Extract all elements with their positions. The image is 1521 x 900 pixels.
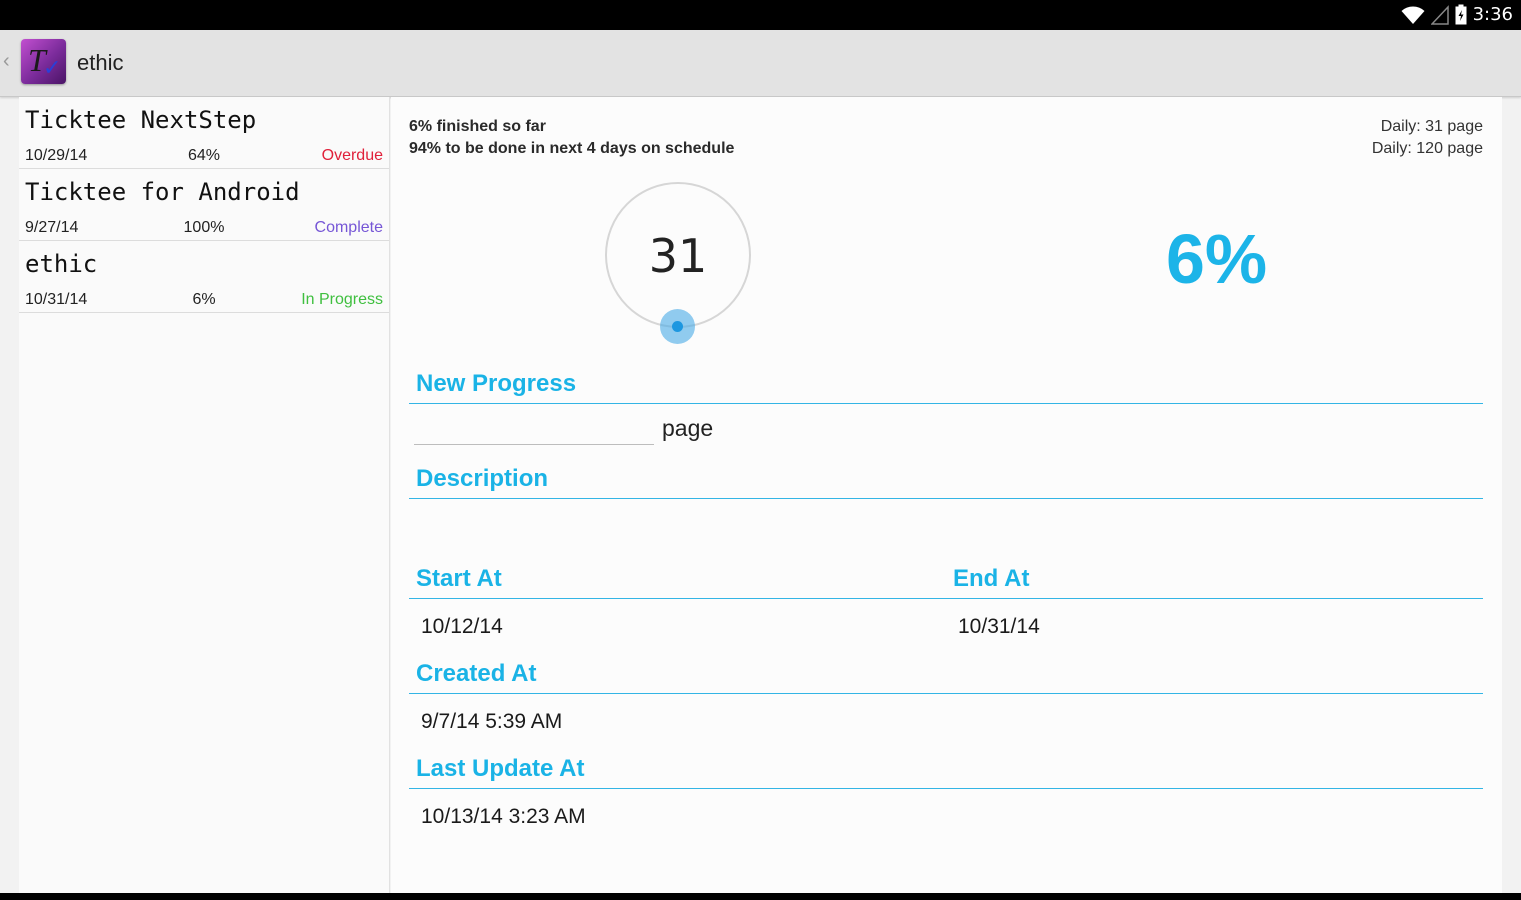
project-date: 10/31/14 bbox=[25, 291, 88, 308]
navigation-bar bbox=[0, 893, 1521, 900]
battery-icon bbox=[1455, 4, 1467, 25]
project-title: ethic bbox=[25, 250, 98, 278]
progress-dial[interactable]: 31 bbox=[605, 182, 751, 328]
up-caret-icon[interactable]: ‹ bbox=[3, 50, 10, 73]
daily-current: Daily: 31 page bbox=[1380, 118, 1483, 135]
project-list-item[interactable]: ethic 10/31/14 6% In Progress bbox=[19, 241, 389, 313]
wifi-icon bbox=[1401, 6, 1425, 24]
project-title: Ticktee NextStep bbox=[25, 106, 257, 134]
project-date: 9/27/14 bbox=[25, 219, 79, 236]
summary-finished: 6% finished so far bbox=[409, 118, 546, 135]
status-bar: 3:36 bbox=[0, 0, 1521, 30]
start-at-value[interactable]: 10/12/14 bbox=[421, 615, 503, 639]
status-time: 3:36 bbox=[1472, 4, 1513, 25]
new-progress-label: New Progress bbox=[416, 370, 577, 397]
daily-target: Daily: 120 page bbox=[1371, 140, 1483, 157]
last-update-value: 10/13/14 3:23 AM bbox=[421, 805, 586, 828]
project-status: Complete bbox=[314, 219, 383, 236]
action-bar: ‹ T ✓ ethic bbox=[0, 30, 1521, 97]
end-at-value[interactable]: 10/31/14 bbox=[958, 615, 1040, 639]
description-header: Description bbox=[409, 459, 1483, 499]
project-percent: 64% bbox=[187, 147, 221, 164]
last-update-header: Last Update At bbox=[409, 749, 1483, 789]
description-label: Description bbox=[416, 465, 549, 492]
summary-remaining: 94% to be done in next 4 days on schedul… bbox=[409, 140, 735, 157]
last-update-label: Last Update At bbox=[416, 755, 585, 782]
project-list-item[interactable]: Ticktee for Android 9/27/14 100% Complet… bbox=[19, 169, 389, 241]
progress-percent: 6% bbox=[1166, 220, 1268, 298]
project-percent: 100% bbox=[183, 219, 225, 236]
progress-unit-label: page bbox=[662, 415, 714, 441]
status-icons: 3:36 bbox=[1401, 4, 1513, 25]
ticktee-app-icon[interactable]: T ✓ bbox=[21, 39, 66, 84]
signal-icon bbox=[1430, 4, 1449, 25]
dial-handle[interactable] bbox=[660, 309, 695, 344]
start-at-label: Start At bbox=[416, 565, 502, 592]
project-detail: 6% finished so far 94% to be done in nex… bbox=[391, 97, 1502, 893]
project-percent: 6% bbox=[192, 291, 216, 308]
dial-value: 31 bbox=[648, 229, 708, 283]
project-status: In Progress bbox=[301, 291, 383, 308]
project-list-item[interactable]: Ticktee NextStep 10/29/14 64% Overdue bbox=[19, 97, 389, 169]
project-title: Ticktee for Android bbox=[25, 178, 300, 206]
action-bar-title: ethic bbox=[77, 50, 124, 75]
dates-header: Start At End At bbox=[409, 559, 1483, 599]
new-progress-input[interactable] bbox=[414, 417, 654, 445]
new-progress-header: New Progress bbox=[409, 364, 1483, 404]
project-date: 10/29/14 bbox=[25, 147, 88, 164]
created-at-value: 9/7/14 5:39 AM bbox=[421, 710, 563, 733]
project-list: Ticktee NextStep 10/29/14 64% Overdue Ti… bbox=[19, 97, 390, 893]
dial-handle-dot bbox=[672, 321, 683, 332]
end-at-label: End At bbox=[953, 565, 1030, 592]
created-at-label: Created At bbox=[416, 660, 537, 687]
created-at-header: Created At bbox=[409, 654, 1483, 694]
check-icon: ✓ bbox=[43, 55, 62, 80]
project-status: Overdue bbox=[321, 147, 383, 164]
